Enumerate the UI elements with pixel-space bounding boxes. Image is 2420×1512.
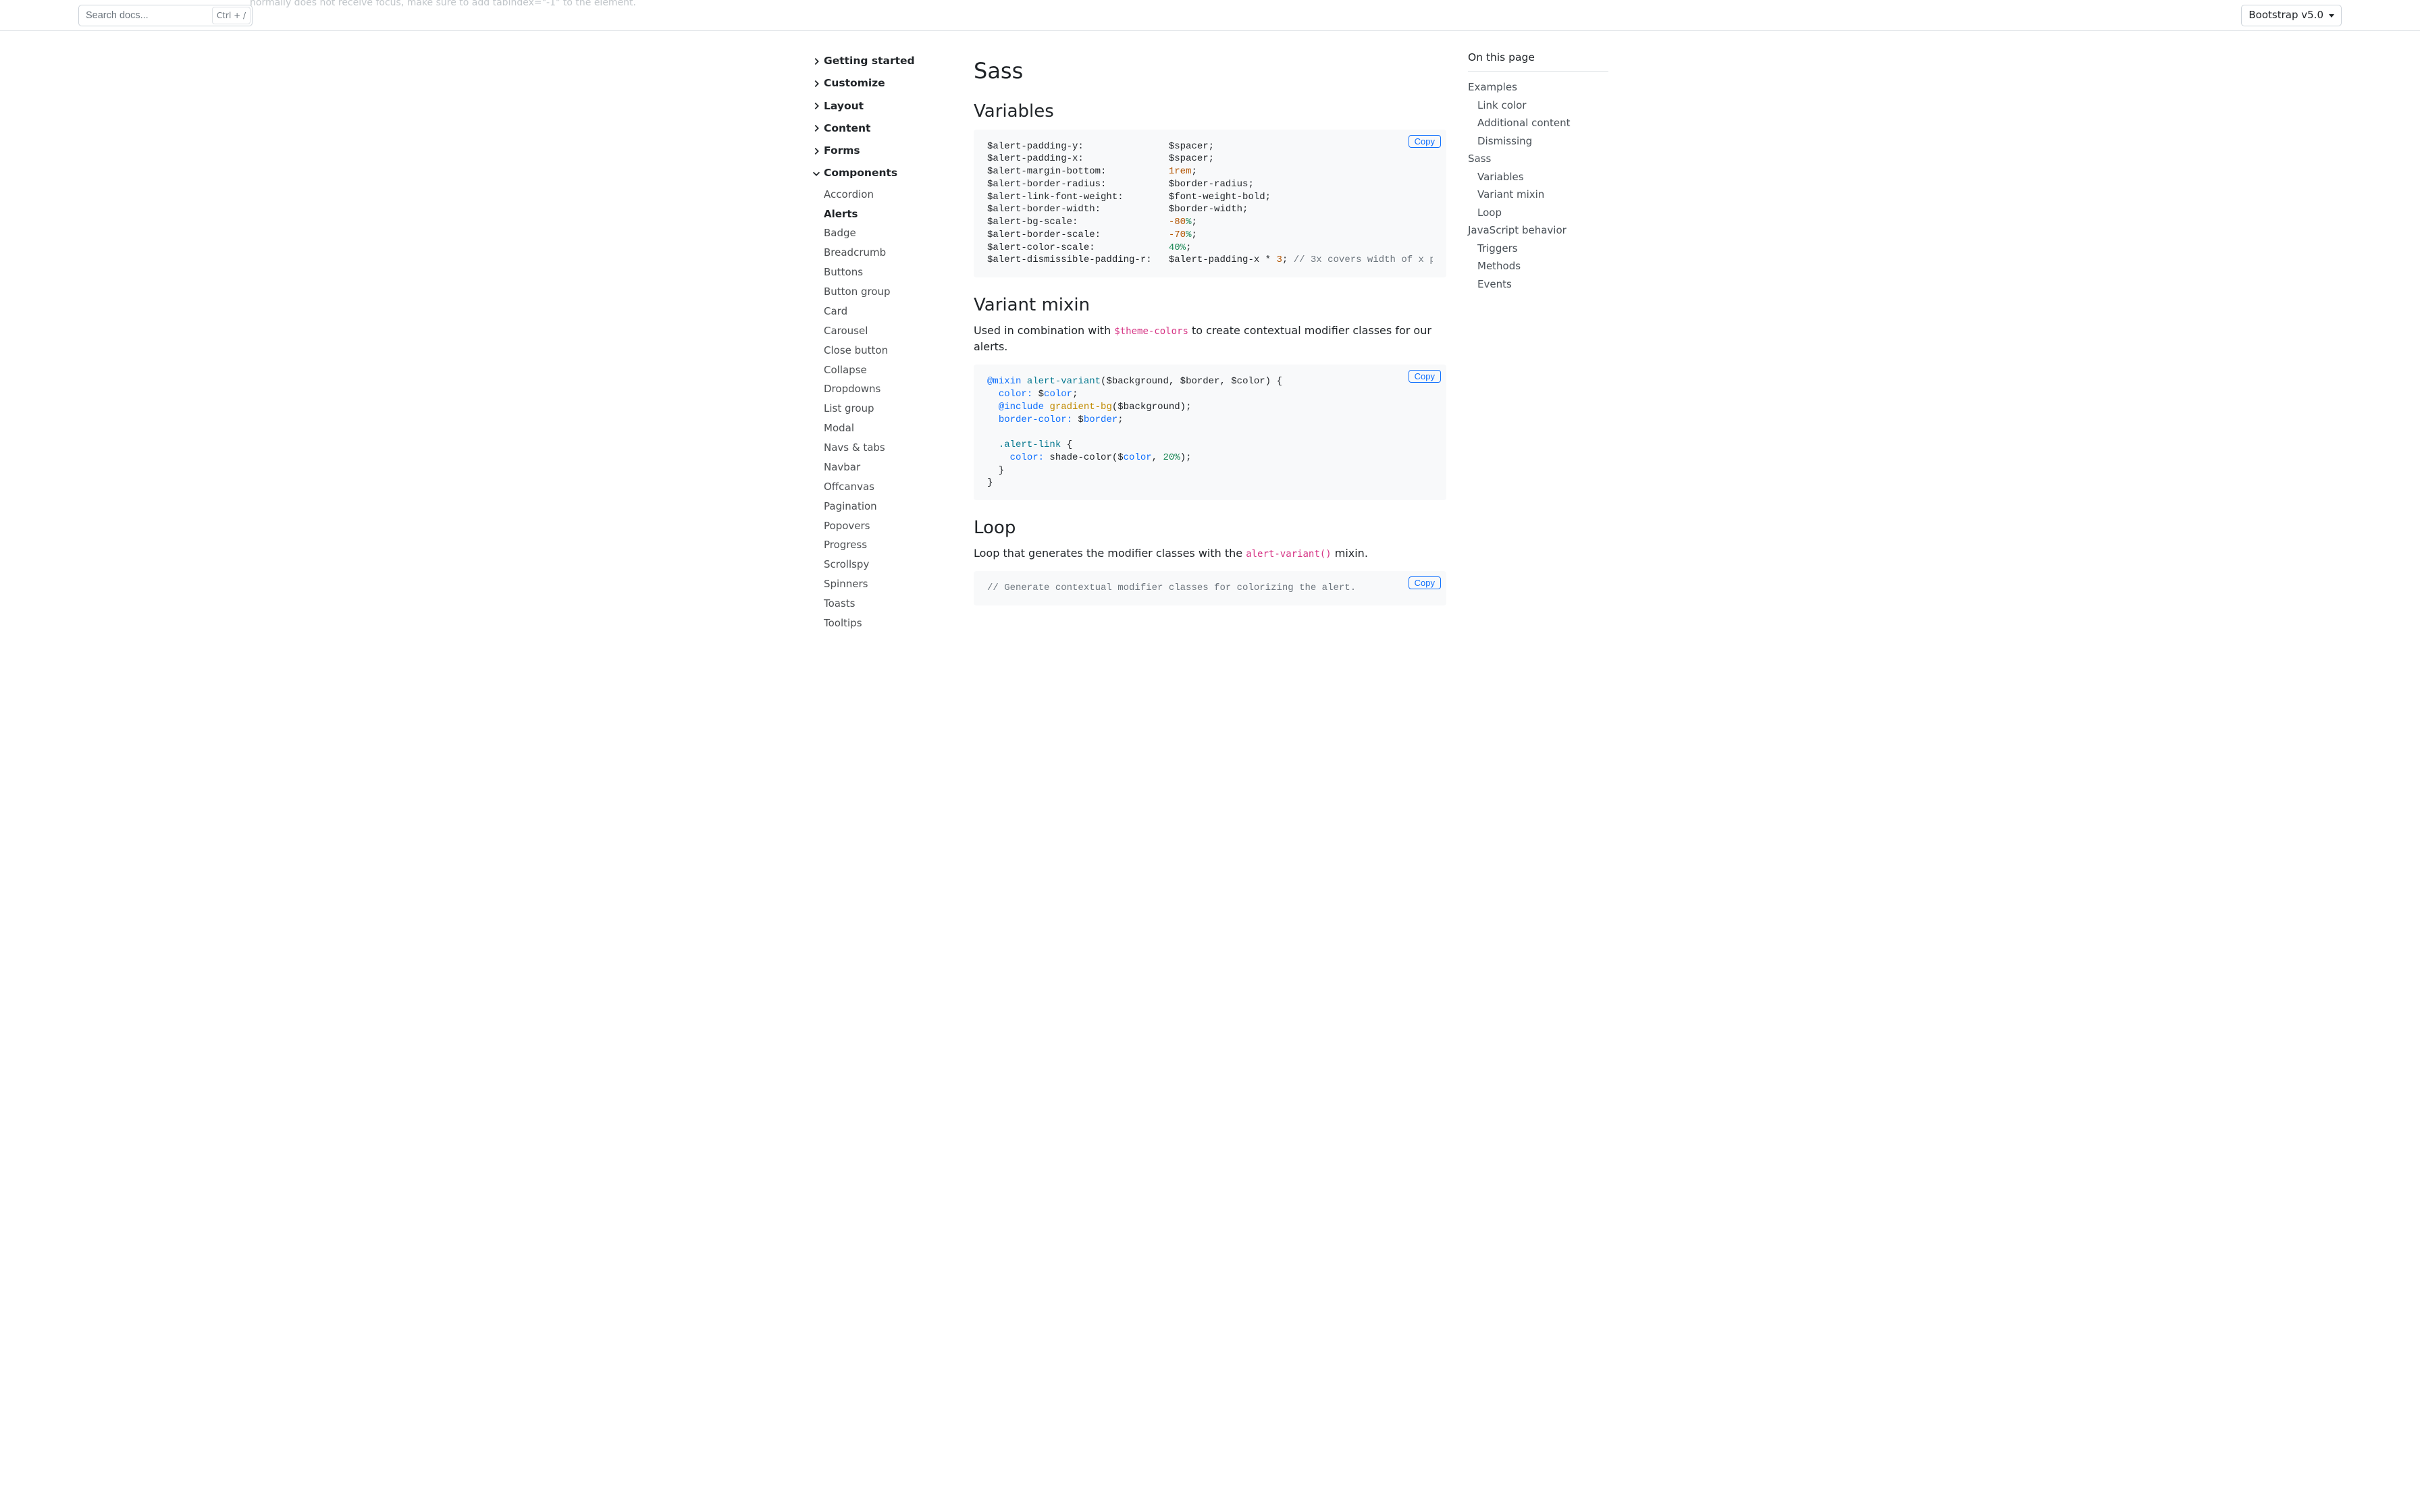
version-dropdown[interactable]: Bootstrap v5.0 <box>2241 5 2342 26</box>
toc-link-sass[interactable]: Sass <box>1468 150 1608 168</box>
nav-section-forms[interactable]: Forms <box>812 140 952 162</box>
nav-section-components[interactable]: Components <box>812 162 952 184</box>
toc-link-additional-content[interactable]: Additional content <box>1468 114 1608 132</box>
sidebar-item-badge[interactable]: Badge <box>824 223 952 243</box>
loop-codeblock: Copy // Generate contextual modifier cla… <box>974 571 1446 605</box>
nav-section-label: Getting started <box>824 53 915 69</box>
toc-link-variant-mixin[interactable]: Variant mixin <box>1468 186 1608 204</box>
toc-link-triggers[interactable]: Triggers <box>1468 240 1608 258</box>
toc-link-link-color[interactable]: Link color <box>1468 97 1608 115</box>
toc-link-events[interactable]: Events <box>1468 275 1608 294</box>
toc-link-javascript-behavior[interactable]: JavaScript behavior <box>1468 221 1608 240</box>
sidebar-item-card[interactable]: Card <box>824 302 952 321</box>
toc-title: On this page <box>1468 50 1608 72</box>
sidebar-item-alerts[interactable]: Alerts <box>824 204 952 223</box>
loop-heading: Loop <box>974 518 1446 539</box>
variables-codeblock: Copy $alert-padding-y: $spacer; $alert-p… <box>974 130 1446 278</box>
copy-button[interactable]: Copy <box>1409 576 1441 589</box>
toc-link-methods[interactable]: Methods <box>1468 257 1608 275</box>
sidebar-nav: Getting started Customize Layout Content For… <box>812 31 952 659</box>
chevron-right-icon <box>812 101 821 111</box>
sidebar-item-list-group[interactable]: List group <box>824 399 952 418</box>
variables-heading: Variables <box>974 101 1446 122</box>
chevron-right-icon <box>812 146 821 156</box>
copy-button[interactable]: Copy <box>1409 370 1441 383</box>
sidebar-item-tooltips[interactable]: Tooltips <box>824 614 952 633</box>
sidebar-item-dropdowns[interactable]: Dropdowns <box>824 379 952 399</box>
sidebar-item-button-group[interactable]: Button group <box>824 282 952 302</box>
sidebar-item-spinners[interactable]: Spinners <box>824 574 952 594</box>
variant-codeblock: Copy @mixin alert-variant($background, $… <box>974 364 1446 500</box>
theme-colors-code: $theme-colors <box>1114 326 1188 337</box>
variant-text-pre: Used in combination with <box>974 324 1114 337</box>
search-wrapper: Ctrl + / <box>78 5 253 26</box>
nav-section-getting-started[interactable]: Getting started <box>812 50 952 72</box>
loop-text-pre: Loop that generates the modifier classes… <box>974 547 1246 560</box>
loop-text-post: mixin. <box>1332 547 1368 560</box>
toc-link-loop[interactable]: Loop <box>1468 204 1608 222</box>
sidebar-item-popovers[interactable]: Popovers <box>824 516 952 535</box>
variant-code: @mixin alert-variant($background, $borde… <box>987 375 1433 489</box>
nav-section-layout[interactable]: Layout <box>812 95 952 117</box>
loop-text: Loop that generates the modifier classes… <box>974 545 1446 562</box>
top-peek-text: normally does not receive focus, make su… <box>250 0 2150 10</box>
sidebar-item-modal[interactable]: Modal <box>824 418 952 438</box>
nav-section-label: Content <box>824 121 870 136</box>
nav-section-label: Customize <box>824 76 885 91</box>
docs-header: normally does not receive focus, make su… <box>0 0 2420 31</box>
sidebar-item-offcanvas[interactable]: Offcanvas <box>824 477 952 497</box>
chevron-down-icon <box>2329 14 2334 18</box>
sidebar-item-navbar[interactable]: Navbar <box>824 458 952 477</box>
chevron-right-icon <box>812 57 821 66</box>
variant-mixin-text: Used in combination with $theme-colors t… <box>974 323 1446 355</box>
variant-mixin-heading: Variant mixin <box>974 295 1446 316</box>
sass-heading: Sass <box>974 58 1446 84</box>
sidebar-item-progress[interactable]: Progress <box>824 535 952 555</box>
sidebar-item-close-button[interactable]: Close button <box>824 341 952 360</box>
nav-section-label: Layout <box>824 99 864 114</box>
main-content: Sass Variables Copy $alert-padding-y: $s… <box>974 31 1446 659</box>
sidebar-item-breadcrumb[interactable]: Breadcrumb <box>824 243 952 263</box>
sidebar-item-toasts[interactable]: Toasts <box>824 594 952 614</box>
alert-variant-code: alert-variant() <box>1246 549 1331 560</box>
nav-section-label: Components <box>824 165 897 181</box>
chevron-down-icon <box>812 169 821 178</box>
nav-subnav-components: AccordionAlertsBadgeBreadcrumbButtonsBut… <box>812 185 952 633</box>
version-label: Bootstrap v5.0 <box>2248 7 2323 23</box>
toc-link-dismissing[interactable]: Dismissing <box>1468 132 1608 151</box>
sidebar-item-scrollspy[interactable]: Scrollspy <box>824 555 952 574</box>
nav-section-label: Forms <box>824 143 860 159</box>
loop-code: // Generate contextual modifier classes … <box>987 582 1433 595</box>
nav-section-content[interactable]: Content <box>812 117 952 140</box>
chevron-right-icon <box>812 124 821 133</box>
toc-link-examples[interactable]: Examples <box>1468 78 1608 97</box>
sidebar-item-carousel[interactable]: Carousel <box>824 321 952 341</box>
chevron-right-icon <box>812 79 821 88</box>
search-kbd: Ctrl + / <box>212 7 251 24</box>
sidebar-item-buttons[interactable]: Buttons <box>824 263 952 282</box>
nav-section-customize[interactable]: Customize <box>812 72 952 94</box>
sidebar-item-accordion[interactable]: Accordion <box>824 185 952 205</box>
variables-code: $alert-padding-y: $spacer; $alert-paddin… <box>987 140 1433 267</box>
on-this-page: On this page ExamplesLink colorAdditional… <box>1468 31 1608 659</box>
toc-link-variables[interactable]: Variables <box>1468 168 1608 186</box>
sidebar-item-navs-tabs[interactable]: Navs & tabs <box>824 438 952 458</box>
copy-button[interactable]: Copy <box>1409 135 1441 148</box>
sidebar-item-collapse[interactable]: Collapse <box>824 360 952 379</box>
sidebar-item-pagination[interactable]: Pagination <box>824 497 952 516</box>
